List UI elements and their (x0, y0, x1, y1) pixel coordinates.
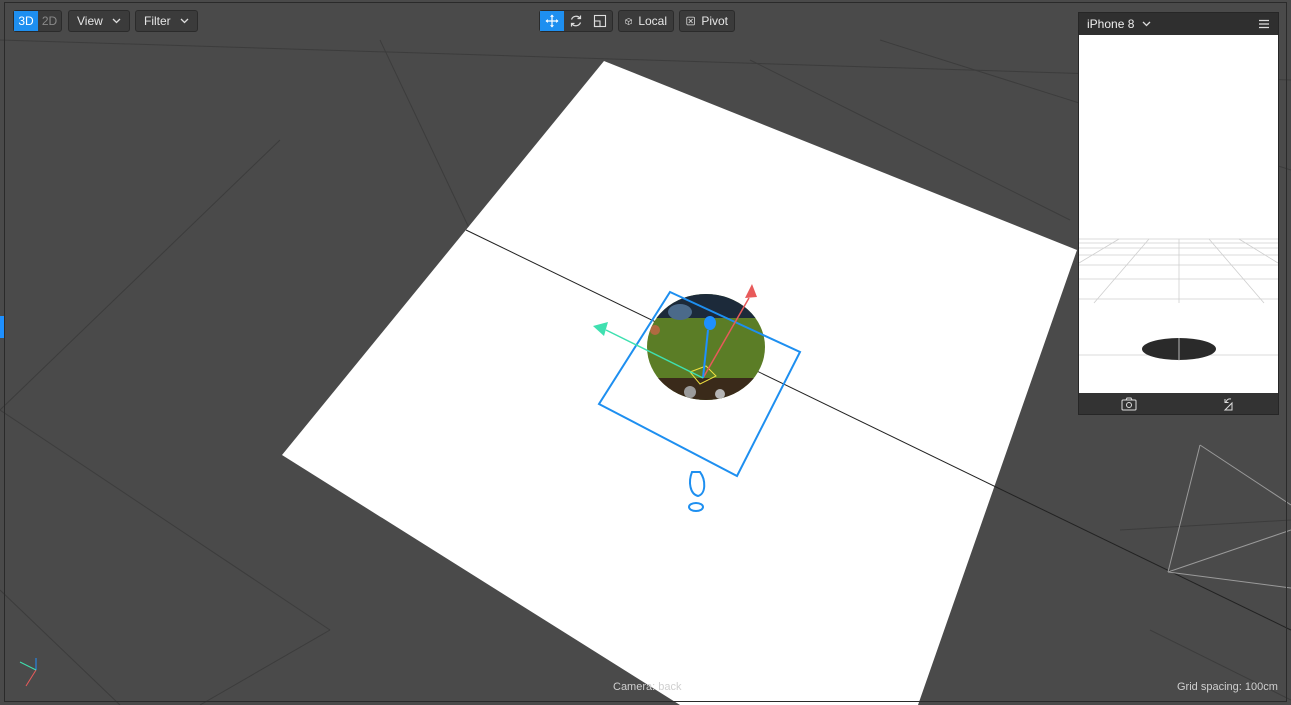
axis-indicator-icon (19, 658, 37, 687)
pivot-label: Pivot (701, 14, 728, 28)
move-icon (545, 14, 559, 28)
panel-resize-handle[interactable] (0, 316, 4, 338)
view-label: View (77, 14, 103, 28)
chevron-down-icon (112, 16, 121, 27)
grid-spacing-status: Grid spacing: 100cm (1177, 681, 1278, 693)
rotate-icon (570, 15, 582, 27)
filter-label: Filter (144, 14, 171, 28)
rotate-tool-button[interactable] (564, 11, 588, 31)
preview-screen (1079, 35, 1278, 393)
move-tool-button[interactable] (540, 11, 564, 31)
preview-footer (1079, 393, 1278, 414)
pivot-button[interactable]: Pivot (679, 10, 735, 32)
device-name: iPhone 8 (1087, 16, 1135, 31)
preview-render (1079, 238, 1278, 361)
camera-frustum (1167, 444, 1291, 589)
rotate-device-icon[interactable] (1222, 397, 1236, 411)
chevron-down-icon (180, 16, 189, 27)
scale-tool-button[interactable] (588, 11, 612, 31)
preview-header: iPhone 8 (1079, 13, 1278, 34)
chevron-down-icon (1142, 21, 1151, 26)
mode-3d-button[interactable]: 3D (14, 11, 38, 31)
coordinate-space-button[interactable]: Local (618, 10, 674, 32)
cube-icon (625, 17, 633, 25)
menu-icon[interactable] (1258, 19, 1270, 29)
coordinate-space-label: Local (638, 14, 667, 28)
dimension-toggle: 3D 2D (13, 10, 62, 32)
filter-dropdown[interactable]: Filter (135, 10, 198, 32)
scale-icon (593, 14, 607, 28)
camera-status: Camera: back (613, 681, 682, 693)
device-dropdown[interactable]: iPhone 8 (1087, 17, 1151, 31)
mode-2d-button[interactable]: 2D (38, 11, 61, 31)
screenshot-icon[interactable] (1121, 397, 1137, 411)
view-dropdown[interactable]: View (68, 10, 130, 32)
pivot-icon (686, 16, 695, 26)
device-preview-panel: iPhone 8 (1078, 12, 1279, 415)
transform-tools (539, 10, 613, 32)
